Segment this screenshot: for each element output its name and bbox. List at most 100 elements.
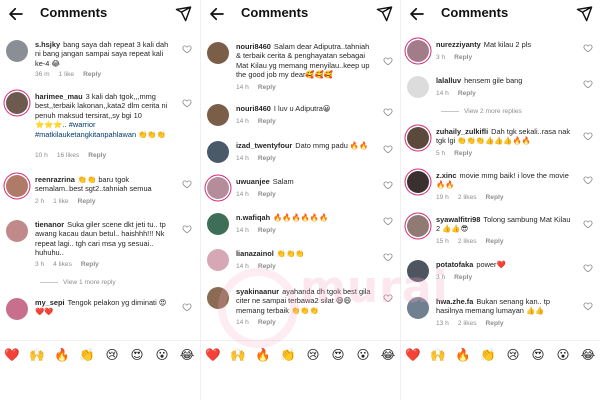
avatar[interactable] (207, 141, 229, 163)
avatar[interactable] (207, 42, 229, 64)
avatar[interactable] (207, 213, 229, 235)
avatar[interactable] (407, 127, 429, 149)
avatar[interactable] (407, 215, 429, 237)
like-heart-icon[interactable] (383, 144, 393, 154)
comment-username[interactable]: harimee_mau (35, 92, 83, 101)
emoji-laughing[interactable]: 😂 (177, 347, 197, 363)
avatar[interactable] (207, 177, 229, 199)
emoji-laughing[interactable]: 😂 (578, 347, 598, 363)
like-heart-icon[interactable] (583, 175, 593, 185)
comment-likes[interactable]: 2 likes (458, 238, 477, 245)
comment-likes[interactable]: 1 like (59, 71, 74, 78)
emoji-raised-hands[interactable]: 🙌 (428, 347, 448, 363)
avatar[interactable] (6, 220, 28, 242)
like-heart-icon[interactable] (583, 43, 593, 53)
like-heart-icon[interactable] (182, 224, 192, 234)
avatar[interactable] (6, 298, 28, 320)
like-heart-icon[interactable] (383, 180, 393, 190)
avatar[interactable] (407, 76, 429, 98)
emoji-heart[interactable]: ❤️ (203, 347, 223, 363)
avatar[interactable] (407, 40, 429, 62)
reply-button[interactable]: Reply (81, 261, 99, 268)
reply-button[interactable]: Reply (454, 150, 472, 157)
emoji-laughing[interactable]: 😂 (378, 347, 398, 363)
comment-username[interactable]: z.xinc (436, 171, 457, 180)
reply-button[interactable]: Reply (258, 227, 276, 234)
comment-username[interactable]: uwuanjee (236, 177, 270, 186)
avatar[interactable] (6, 92, 28, 114)
like-heart-icon[interactable] (583, 79, 593, 89)
emoji-surprised[interactable]: 😮 (152, 347, 172, 363)
reply-button[interactable]: Reply (486, 194, 504, 201)
avatar[interactable] (6, 40, 28, 62)
emoji-heart-eyes[interactable]: 😍 (328, 347, 348, 363)
emoji-fire[interactable]: 🔥 (253, 347, 273, 363)
emoji-sad[interactable]: 😢 (102, 347, 122, 363)
like-heart-icon[interactable] (383, 107, 393, 117)
emoji-clap[interactable]: 👏 (77, 347, 97, 363)
reply-button[interactable]: Reply (258, 84, 276, 91)
comment-username[interactable]: nurezziyanty (436, 40, 481, 49)
comment-username[interactable]: my_sepi (35, 298, 65, 307)
emoji-fire[interactable]: 🔥 (453, 347, 473, 363)
comment-username[interactable]: n.wafiqah (236, 213, 270, 222)
comment-username[interactable]: nouri8460 (236, 104, 271, 113)
like-heart-icon[interactable] (583, 131, 593, 141)
emoji-surprised[interactable]: 😮 (553, 347, 573, 363)
comment-likes[interactable]: 2 likes (458, 320, 477, 327)
like-heart-icon[interactable] (182, 44, 192, 54)
view-replies-button[interactable]: View 2 more replies (441, 108, 522, 115)
view-replies-button[interactable]: View 1 more reply (40, 279, 116, 286)
avatar[interactable] (407, 171, 429, 193)
emoji-surprised[interactable]: 😮 (353, 347, 373, 363)
reply-button[interactable]: Reply (454, 274, 472, 281)
like-heart-icon[interactable] (383, 252, 393, 262)
emoji-raised-hands[interactable]: 🙌 (228, 347, 248, 363)
comment-likes[interactable]: 2 likes (458, 194, 477, 201)
emoji-sad[interactable]: 😢 (303, 347, 323, 363)
like-heart-icon[interactable] (182, 302, 192, 312)
emoji-heart-eyes[interactable]: 😍 (528, 347, 548, 363)
reply-button[interactable]: Reply (458, 90, 476, 97)
avatar[interactable] (207, 104, 229, 126)
comment-likes[interactable]: 1 like (53, 198, 68, 205)
reply-button[interactable]: Reply (258, 191, 276, 198)
comment-likes[interactable]: 4 likes (53, 261, 72, 268)
reply-button[interactable]: Reply (78, 198, 96, 205)
comment-username[interactable]: izad_twentyfour (236, 141, 292, 150)
like-heart-icon[interactable] (182, 179, 192, 189)
like-heart-icon[interactable] (583, 301, 593, 311)
emoji-sad[interactable]: 😢 (503, 347, 523, 363)
comment-username[interactable]: reenrazrina (35, 175, 75, 184)
comment-username[interactable]: zuhaily_zulkifli (436, 127, 488, 136)
avatar[interactable] (207, 249, 229, 271)
comment-username[interactable]: s.hsjky (35, 40, 60, 49)
reply-button[interactable]: Reply (454, 54, 472, 61)
reply-button[interactable]: Reply (258, 155, 276, 162)
emoji-heart-eyes[interactable]: 😍 (127, 347, 147, 363)
emoji-raised-hands[interactable]: 🙌 (27, 347, 47, 363)
emoji-fire[interactable]: 🔥 (52, 347, 72, 363)
comment-username[interactable]: nouri8460 (236, 42, 271, 51)
avatar[interactable] (6, 175, 28, 197)
comment-username[interactable]: tienanor (35, 220, 64, 229)
comment-likes[interactable]: 16 likes (57, 152, 79, 159)
emoji-clap[interactable]: 👏 (278, 347, 298, 363)
comment-username[interactable]: lianazainol (236, 249, 274, 258)
like-heart-icon[interactable] (583, 263, 593, 273)
reply-button[interactable]: Reply (486, 238, 504, 245)
like-heart-icon[interactable] (182, 98, 192, 108)
reply-button[interactable]: Reply (258, 118, 276, 125)
comment-username[interactable]: syawalfitri98 (436, 215, 480, 224)
reply-button[interactable]: Reply (486, 320, 504, 327)
reply-button[interactable]: Reply (83, 71, 101, 78)
emoji-heart[interactable]: ❤️ (403, 347, 423, 363)
comment-meta: 14 h Reply (236, 227, 285, 234)
emoji-heart[interactable]: ❤️ (2, 347, 22, 363)
emoji-clap[interactable]: 👏 (478, 347, 498, 363)
like-heart-icon[interactable] (383, 216, 393, 226)
like-heart-icon[interactable] (583, 219, 593, 229)
like-heart-icon[interactable] (383, 56, 393, 66)
comment-username[interactable]: lalalluv (436, 76, 461, 85)
reply-button[interactable]: Reply (88, 152, 106, 159)
